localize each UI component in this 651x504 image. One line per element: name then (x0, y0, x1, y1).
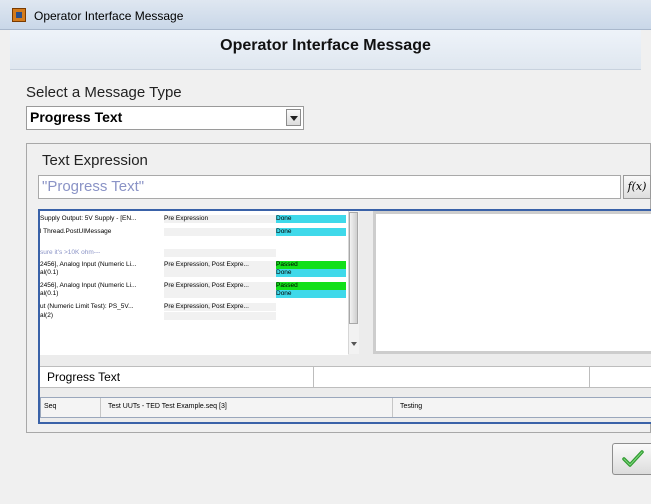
expression-browse-button[interactable]: f(x) (623, 175, 651, 199)
log-step-status: Done (276, 228, 346, 236)
execution-log: Supply Output: 5V Supply - [EN... Pre Exp… (40, 211, 348, 355)
progress-text-row (40, 366, 651, 388)
log-row[interactable]: 2456], Analog Input (Numeric Li... Pre Ex… (40, 282, 348, 290)
log-step-name: 2456], Analog Input (Numeric Li... (40, 261, 137, 268)
progress-row-divider (589, 366, 590, 388)
log-step-type: Pre Expression, Post Expre... (164, 303, 276, 311)
status-bar-divider (392, 398, 393, 417)
message-type-value: Progress Text (30, 109, 123, 125)
log-step-name: sure it's >10K ohm--- (40, 249, 101, 256)
log-step-type: Pre Expression, Post Expre... (164, 282, 276, 290)
log-step-status: Done (276, 215, 346, 223)
log-step-type (164, 290, 276, 298)
log-row[interactable]: l Thread.PostUIMessage Done (40, 228, 348, 236)
chevron-down-icon[interactable] (286, 109, 301, 126)
log-step-type (164, 228, 276, 236)
log-step-name: al(0.1) (40, 290, 59, 297)
window-title: Operator Interface Message (34, 9, 184, 23)
log-step-name: 2456], Analog Input (Numeric Li... (40, 282, 137, 289)
log-step-type: Pre Expression, Post Expre... (164, 261, 276, 269)
log-step-name: l Thread.PostUIMessage (40, 228, 112, 235)
status-bar-divider (100, 398, 101, 417)
log-row[interactable]: Supply Output: 5V Supply - [EN... Pre Exp… (40, 215, 348, 223)
log-step-type (164, 269, 276, 277)
progress-row-divider (313, 366, 314, 388)
scroll-down-arrow-icon[interactable] (351, 342, 357, 346)
status-seq-file: Test UUTs - TED Test Example.seq [3] (108, 403, 227, 410)
scrollbar-thumb[interactable] (349, 212, 358, 324)
log-step-name: al(0.1) (40, 269, 59, 276)
status-state: Testing (400, 403, 423, 410)
progress-text-label: Progress Text (47, 370, 121, 384)
log-step-status (276, 312, 346, 320)
text-expression-value: "Progress Text" (42, 178, 145, 195)
log-step-status: Done (276, 269, 346, 277)
log-step-name: al(2) (40, 312, 54, 319)
text-expression-label: Text Expression (42, 152, 148, 169)
log-row[interactable]: al(0.1) Done (40, 269, 348, 277)
preview-right-panel (373, 211, 651, 354)
log-step-name: ut (Numeric Limit Test): PS_5V... (40, 303, 134, 310)
log-step-status (276, 249, 346, 257)
log-step-type (164, 312, 276, 320)
checkmark-icon (622, 450, 644, 467)
log-row[interactable]: sure it's >10K ohm--- (40, 249, 348, 257)
log-row[interactable]: ut (Numeric Limit Test): PS_5V... Pre Exp… (40, 303, 348, 311)
log-row[interactable]: 2456], Analog Input (Numeric Li... Pre Ex… (40, 261, 348, 269)
log-step-status: Passed (276, 282, 346, 290)
log-row[interactable]: al(0.1) Done (40, 290, 348, 298)
log-step-type: Pre Expression (164, 215, 276, 223)
log-step-type (164, 249, 276, 257)
app-icon (12, 8, 26, 22)
log-step-status (276, 303, 346, 311)
log-step-status: Done (276, 290, 346, 298)
log-row[interactable]: al(2) (40, 312, 348, 320)
message-type-label: Select a Message Type (26, 84, 182, 101)
log-step-status: Passed (276, 261, 346, 269)
log-step-name: Supply Output: 5V Supply - [EN... (40, 215, 137, 222)
dialog-title: Operator Interface Message (220, 37, 431, 54)
status-seq-label: Seq (44, 403, 57, 410)
